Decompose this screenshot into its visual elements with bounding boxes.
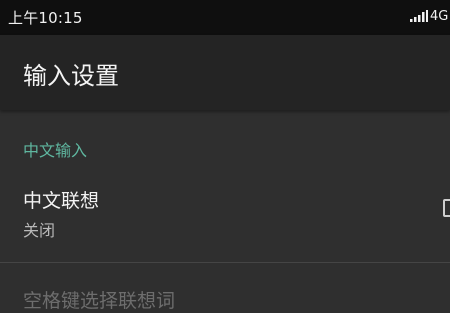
status-indicators: 4G — [410, 9, 450, 25]
divider — [0, 262, 450, 263]
pref-chinese-prediction-summary: 关闭 — [23, 221, 56, 240]
status-bar: 上午10:15 4G — [0, 0, 450, 35]
signal-icon — [410, 10, 428, 22]
network-type-label: 4G — [430, 9, 449, 24]
pref-chinese-prediction[interactable]: 中文联想 关闭 — [0, 175, 450, 263]
section-header-chinese-input: 中文输入 — [23, 141, 88, 160]
pref-chinese-prediction-checkbox[interactable] — [443, 199, 450, 217]
pref-chinese-prediction-title: 中文联想 — [23, 190, 100, 212]
app-bar: 输入设置 — [0, 35, 450, 110]
page-title: 输入设置 — [23, 62, 119, 90]
status-time: 上午10:15 — [8, 9, 83, 27]
